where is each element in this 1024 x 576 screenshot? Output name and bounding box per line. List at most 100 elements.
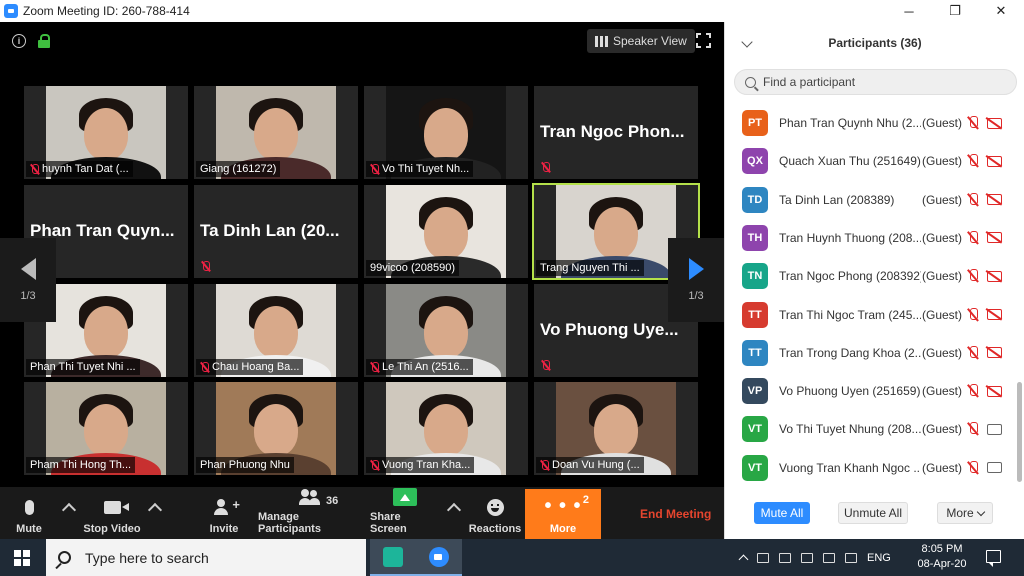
audio-options-caret-icon[interactable]: [61, 502, 77, 518]
language-indicator[interactable]: ENG: [867, 552, 891, 564]
video-tile[interactable]: Ta Dinh Lan (20...: [194, 185, 358, 278]
participant-row[interactable]: QX Quach Xuan Thu (251649) (Guest): [725, 142, 1017, 180]
next-page-button[interactable]: 1/3: [668, 238, 724, 322]
camera-off-icon[interactable]: [987, 270, 1002, 282]
share-options-caret-icon[interactable]: [446, 502, 462, 518]
participant-search[interactable]: [734, 69, 1017, 95]
show-hidden-icons-icon[interactable]: [738, 554, 749, 565]
participant-row[interactable]: VP Vo Phuong Uyen (251659) (Guest): [725, 372, 1017, 410]
unmute-all-button[interactable]: Unmute All: [838, 502, 908, 524]
participant-avatar: TD: [742, 186, 768, 213]
video-tile[interactable]: Doan Vu Hung (...: [534, 382, 698, 475]
mic-muted-icon[interactable]: [967, 384, 979, 398]
taskbar-clock[interactable]: 8:05 PM 08-Apr-20: [910, 542, 974, 572]
camera-off-icon[interactable]: [987, 155, 1002, 167]
info-icon[interactable]: i: [12, 34, 26, 48]
video-tile[interactable]: Giang (161272): [194, 86, 358, 179]
participant-name: Tran Ngoc Phong (208392): [779, 269, 921, 284]
mute-button[interactable]: Mute: [10, 487, 48, 539]
video-tile[interactable]: Vuong Tran Kha...: [364, 382, 528, 475]
mute-all-button[interactable]: Mute All: [754, 502, 810, 524]
participant-name: Vuong Tran Khanh Ngoc ...: [779, 460, 921, 475]
mic-muted-icon[interactable]: [967, 460, 979, 475]
person-face: [84, 108, 128, 160]
participant-name: Ta Dinh Lan (208389): [779, 192, 895, 207]
manage-participants-button[interactable]: Manage Participants: [258, 487, 362, 539]
person-face: [424, 306, 468, 358]
windows-start-icon[interactable]: [14, 550, 30, 566]
person-face: [424, 404, 468, 456]
stop-video-button[interactable]: Stop Video: [80, 487, 144, 539]
participant-row[interactable]: TH Tran Huynh Thuong (208... (Guest): [725, 219, 1017, 257]
video-tile[interactable]: Tran Ngoc Phon...: [534, 86, 698, 179]
network-icon[interactable]: [801, 552, 813, 563]
mic-muted-icon[interactable]: [967, 345, 979, 360]
camera-off-icon[interactable]: [987, 117, 1002, 129]
name-label: Chau Hoang Ba...: [196, 359, 304, 375]
speaker-view-button[interactable]: Speaker View: [587, 29, 695, 53]
mic-muted-icon: [370, 459, 379, 471]
previous-page-button[interactable]: 1/3: [0, 238, 56, 322]
participant-avatar: QX: [742, 148, 768, 175]
battery-icon[interactable]: [779, 552, 791, 563]
reactions-button[interactable]: Reactions: [468, 487, 522, 539]
taskbar-app-green[interactable]: [370, 539, 416, 576]
maximize-button[interactable]: ❐: [932, 0, 978, 22]
keyboard-icon[interactable]: [845, 552, 857, 563]
participant-row[interactable]: TT Tran Trong Dang Khoa (2... (Guest): [725, 334, 1017, 372]
camera-off-icon[interactable]: [987, 194, 1002, 206]
mic-muted-icon[interactable]: [967, 422, 979, 436]
participant-row[interactable]: TN Tran Ngoc Phong (208392) (Guest): [725, 257, 1017, 295]
taskbar-app-zoom[interactable]: [416, 539, 462, 576]
action-center-icon[interactable]: [986, 550, 1001, 567]
mic-muted-icon[interactable]: [967, 269, 979, 283]
person-face: [254, 306, 298, 358]
more-label: More: [549, 523, 577, 535]
participant-row[interactable]: TD Ta Dinh Lan (208389) (Guest): [725, 181, 1017, 219]
participant-row[interactable]: PT Phan Tran Quynh Nhu (2... (Guest): [725, 104, 1017, 142]
participant-row[interactable]: VT Vo Thi Tuyet Nhung (208... (Guest): [725, 410, 1017, 448]
display-icon[interactable]: [823, 552, 835, 563]
camera-off-icon[interactable]: [987, 232, 1002, 244]
video-tile[interactable]: 99vicoo (208590): [364, 185, 528, 278]
participant-search-input[interactable]: [763, 75, 1003, 89]
end-meeting-button[interactable]: End Meeting: [640, 507, 711, 521]
lock-icon[interactable]: [38, 34, 50, 48]
camera-off-icon[interactable]: [987, 309, 1002, 320]
video-tile[interactable]: Vo Thi Tuyet Nh...: [364, 86, 528, 179]
fullscreen-icon[interactable]: [695, 32, 712, 49]
more-button[interactable]: 2 • • • More: [525, 489, 601, 539]
video-options-caret-icon[interactable]: [147, 502, 163, 518]
speaker-view-label: Speaker View: [613, 34, 687, 48]
mic-muted-icon[interactable]: [967, 154, 979, 168]
mic-muted-icon[interactable]: [967, 192, 979, 207]
camera-off-icon[interactable]: [987, 385, 1002, 397]
camera-off-icon[interactable]: [987, 347, 1002, 359]
participant-list-scrollbar[interactable]: [1017, 382, 1022, 482]
volume-icon[interactable]: [757, 552, 769, 563]
invite-button[interactable]: + Invite: [204, 487, 244, 539]
video-tile[interactable]: Chau Hoang Ba...: [194, 284, 358, 377]
participant-name: Chau Hoang Ba...: [212, 361, 300, 373]
video-tile[interactable]: Pham Thi Hong Th...: [24, 382, 188, 475]
close-button[interactable]: ✕: [978, 0, 1024, 22]
mic-muted-icon[interactable]: [967, 307, 979, 322]
video-tile[interactable]: Le Thi An (2516...: [364, 284, 528, 377]
camera-icon[interactable]: [987, 462, 1002, 474]
taskbar-search-box[interactable]: Type here to search: [46, 539, 366, 576]
participant-row[interactable]: TT Tran Thi Ngoc Tram (245... (Guest): [725, 296, 1017, 334]
mic-muted-icon[interactable]: [967, 116, 979, 130]
camera-icon[interactable]: [987, 423, 1002, 435]
mic-muted-icon[interactable]: [967, 230, 979, 245]
name-label: Doan Vu Hung (...: [536, 457, 644, 473]
participant-role: (Guest): [922, 307, 963, 322]
participants-title: Participants (36): [828, 36, 922, 50]
panel-more-button[interactable]: More: [937, 502, 993, 524]
minimize-button[interactable]: ─: [886, 0, 932, 22]
video-tile[interactable]: Phan Phuong Nhu: [194, 382, 358, 475]
mute-label: Mute: [16, 523, 42, 535]
share-screen-button[interactable]: Share Screen: [370, 487, 440, 539]
video-tile[interactable]: huynh Tan Dat (...: [24, 86, 188, 179]
camera-icon: [103, 500, 129, 514]
participant-row[interactable]: VT Vuong Tran Khanh Ngoc ... (Guest): [725, 449, 1017, 486]
